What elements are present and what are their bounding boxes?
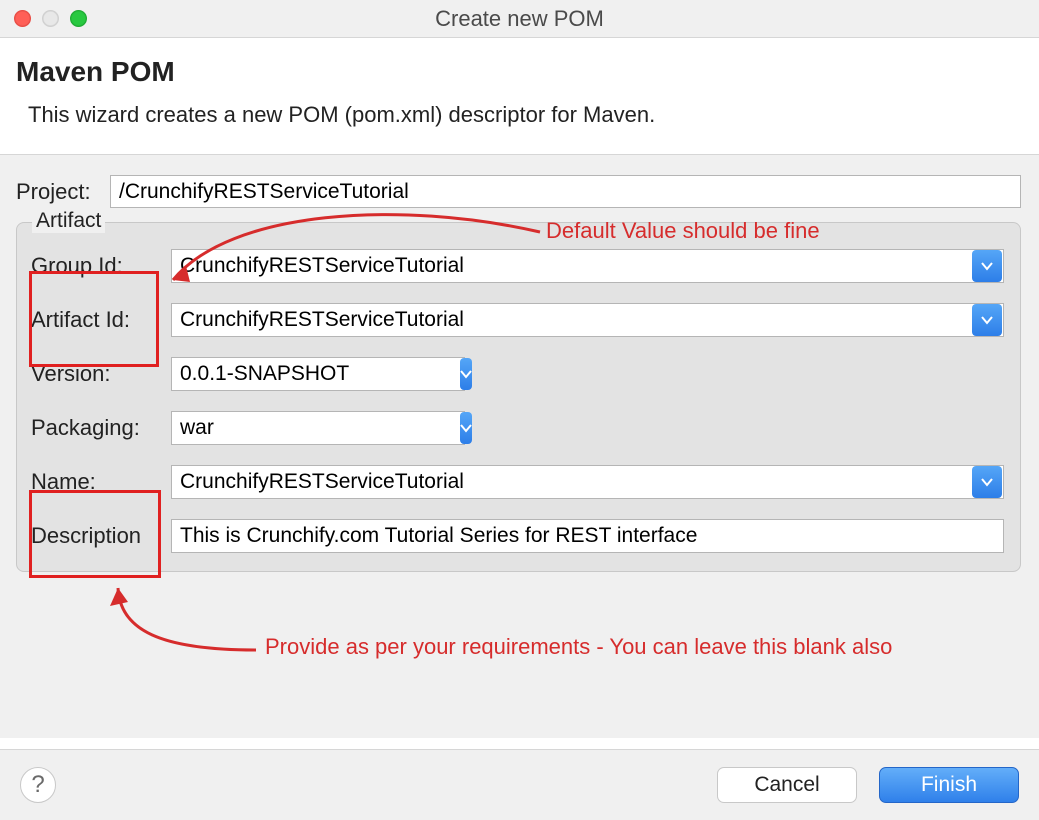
chevron-down-icon[interactable]: [460, 358, 472, 390]
packaging-label: Packaging:: [31, 415, 171, 441]
description-label: Description: [31, 523, 171, 549]
cancel-button[interactable]: Cancel: [717, 767, 857, 803]
group-id-input[interactable]: [172, 250, 971, 282]
project-input[interactable]: [110, 175, 1021, 208]
chevron-down-icon[interactable]: [972, 304, 1002, 336]
zoom-window-button[interactable]: [70, 10, 87, 27]
window-title: Create new POM: [0, 6, 1039, 32]
wizard-header: Maven POM This wizard creates a new POM …: [0, 38, 1039, 155]
description-row: Description: [31, 519, 1004, 553]
window-controls: [14, 10, 87, 27]
group-id-combo[interactable]: [171, 249, 1004, 283]
version-row: Version:: [31, 357, 1004, 391]
name-input[interactable]: [172, 466, 971, 498]
name-label: Name:: [31, 469, 171, 495]
wizard-footer: ? Cancel Finish: [0, 749, 1039, 820]
version-input[interactable]: [172, 358, 459, 390]
window-titlebar: Create new POM: [0, 0, 1039, 38]
group-id-row: Group Id:: [31, 249, 1004, 283]
annotation-top: Default Value should be fine: [546, 218, 820, 244]
artifact-id-row: Artifact Id:: [31, 303, 1004, 337]
artifact-id-input[interactable]: [172, 304, 971, 336]
project-label: Project:: [16, 179, 100, 205]
help-button[interactable]: ?: [20, 767, 56, 803]
finish-button[interactable]: Finish: [879, 767, 1019, 803]
group-id-label: Group Id:: [31, 253, 171, 279]
help-icon: ?: [31, 771, 44, 799]
close-window-button[interactable]: [14, 10, 31, 27]
artifact-id-combo[interactable]: [171, 303, 1004, 337]
packaging-row: Packaging:: [31, 411, 1004, 445]
version-label: Version:: [31, 361, 171, 387]
description-input[interactable]: [171, 519, 1004, 553]
version-combo[interactable]: [171, 357, 465, 391]
packaging-input[interactable]: [172, 412, 459, 444]
artifact-id-label: Artifact Id:: [31, 307, 171, 333]
project-row: Project:: [16, 175, 1021, 208]
chevron-down-icon[interactable]: [972, 250, 1002, 282]
page-title: Maven POM: [16, 56, 1019, 88]
name-combo[interactable]: [171, 465, 1004, 499]
artifact-legend: Artifact: [32, 209, 105, 233]
minimize-window-button[interactable]: [42, 10, 59, 27]
page-subtitle: This wizard creates a new POM (pom.xml) …: [28, 102, 1019, 128]
name-row: Name:: [31, 465, 1004, 499]
packaging-combo[interactable]: [171, 411, 465, 445]
artifact-group: Artifact Group Id: Artifact Id:: [16, 222, 1021, 572]
chevron-down-icon[interactable]: [972, 466, 1002, 498]
chevron-down-icon[interactable]: [460, 412, 472, 444]
annotation-bottom: Provide as per your requirements - You c…: [265, 634, 892, 660]
